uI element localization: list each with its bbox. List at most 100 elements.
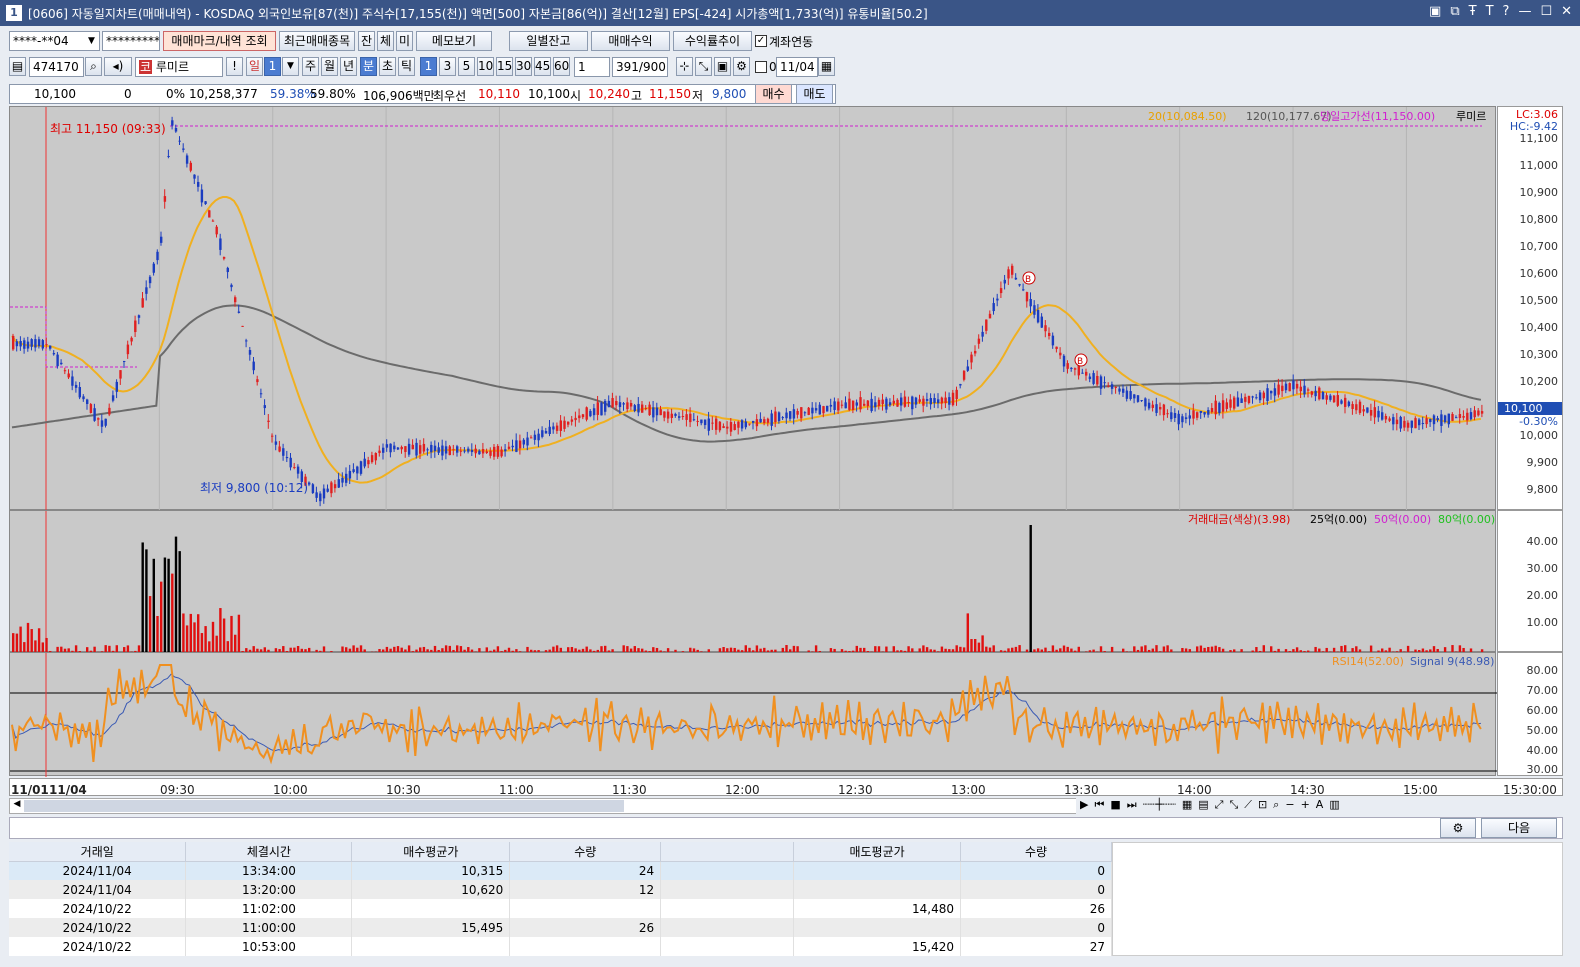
interval-3[interactable]: 3	[439, 57, 456, 76]
trade-mark-query-button[interactable]: 매매마크/내역 조회	[163, 31, 276, 51]
candle-body	[926, 399, 928, 401]
volume-panel[interactable]: 거래대금(색상)(3.98) 25억(0.00) 50억(0.00) 80억(0…	[9, 510, 1496, 652]
period-day-select[interactable]: 1	[264, 57, 281, 76]
help-icon[interactable]: ?	[1503, 4, 1510, 19]
next-button[interactable]: 다음	[1481, 818, 1557, 838]
tile-icon[interactable]: ▣	[1429, 4, 1441, 19]
candle-body	[49, 346, 51, 349]
tool3-icon[interactable]: ⤢	[1215, 798, 1224, 814]
grid-settings-icon[interactable]: ⚙	[1440, 818, 1476, 838]
candle-body	[397, 448, 399, 450]
candle-body	[386, 444, 388, 447]
text-icon[interactable]: A	[1316, 798, 1324, 814]
account-dropdown-icon[interactable]: ▼	[88, 31, 100, 51]
date-input[interactable]: 11/04	[776, 57, 818, 77]
tool6-icon[interactable]: ⊡	[1258, 798, 1267, 814]
candle-body	[149, 277, 151, 283]
period-week-button[interactable]: 주	[302, 57, 319, 76]
scroll-left-icon[interactable]: ◀	[10, 799, 24, 813]
account-link-checkbox[interactable]: ✓ 계좌연동	[755, 31, 813, 51]
filled-button[interactable]: 체	[377, 31, 394, 51]
settings-icon[interactable]: ⚙	[733, 57, 750, 76]
candle-body	[911, 397, 913, 410]
indicator-icon[interactable]: ⊹	[676, 57, 693, 76]
period-day-button[interactable]: 일	[246, 57, 263, 76]
stock-code-input[interactable]: 474170	[29, 57, 84, 77]
window-icon[interactable]: ⧉	[1450, 4, 1459, 19]
font-icon[interactable]: T	[1486, 4, 1494, 19]
save-icon[interactable]: ▣	[714, 57, 731, 76]
rsi-panel[interactable]: RSI14(52.00) Signal 9(48.98)	[9, 652, 1496, 776]
password-field[interactable]: *********	[102, 31, 160, 51]
interval-45[interactable]: 45	[534, 57, 551, 76]
interval-input[interactable]: 1	[574, 57, 610, 77]
unfilled-button[interactable]: 미	[396, 31, 413, 51]
candle-body	[116, 382, 118, 392]
time-label-13: 14:30	[1290, 783, 1325, 797]
plus-icon[interactable]: +	[1301, 798, 1310, 814]
price-chart-panel[interactable]: B B 최고 11,150 (09:33) 최저 9,800 (10:12) 2…	[9, 106, 1496, 510]
forward-icon[interactable]: ⏭	[1127, 798, 1137, 814]
interval-1[interactable]: 1	[420, 57, 437, 76]
period-minute-button[interactable]: 분	[360, 57, 377, 76]
balance-button[interactable]: 잔	[358, 31, 375, 51]
sound-icon[interactable]: ◂)	[104, 57, 132, 76]
recent-trades-button[interactable]: 최근매매종목	[279, 31, 355, 51]
tool5-icon[interactable]: ⟋	[1244, 798, 1252, 814]
candle-body	[308, 483, 310, 485]
table-row[interactable]: 2024/10/22 10:53:00 15,420 27	[9, 937, 1112, 956]
volume-bar	[212, 622, 214, 653]
minus-icon[interactable]: −	[1285, 798, 1294, 814]
time-label-3: 09:30	[160, 783, 195, 797]
period-month-button[interactable]: 월	[321, 57, 338, 76]
scroll-right-icon[interactable]: ▶	[1080, 798, 1088, 814]
interval-15[interactable]: 15	[496, 57, 513, 76]
volume-bar	[167, 559, 169, 653]
memo-button[interactable]: 메모보기	[416, 31, 492, 51]
daily-balance-button[interactable]: 일별잔고	[509, 31, 588, 51]
tool4-icon[interactable]: ⤡	[1229, 798, 1238, 814]
chart-scrollbar[interactable]: ◀	[9, 798, 1091, 814]
interval-30[interactable]: 30	[515, 57, 532, 76]
maximize-icon[interactable]: ☐	[1540, 4, 1552, 19]
minimize-icon[interactable]: —	[1518, 4, 1531, 19]
account-select[interactable]: ****-**04	[9, 31, 97, 51]
calendar-icon[interactable]: ▦	[818, 57, 835, 76]
stop-icon[interactable]: ■	[1110, 798, 1120, 814]
table-row[interactable]: 2024/10/22 11:02:00 14,480 26	[9, 899, 1112, 918]
search-icon[interactable]: ⌕	[85, 57, 102, 76]
stock-name-field[interactable]: 코 루미르	[135, 57, 223, 77]
table-row[interactable]: 2024/10/22 11:00:00 15,495 26 0	[9, 918, 1112, 937]
candle-body	[79, 387, 81, 397]
table-row[interactable]: 2024/11/04 13:34:00 10,315 24 0	[9, 861, 1112, 880]
interval-60[interactable]: 60	[553, 57, 570, 76]
zoom-icon[interactable]: ⌕	[1273, 798, 1279, 814]
close-icon[interactable]: ✕	[1561, 4, 1572, 19]
table-row[interactable]: 2024/11/04 13:20:00 10,620 12 0	[9, 880, 1112, 899]
chart-type-icon[interactable]: ▤	[9, 57, 26, 76]
period-tick-button[interactable]: 틱	[398, 57, 415, 76]
trade-profit-button[interactable]: 매매수익	[591, 31, 670, 51]
tool-icon[interactable]: ▦	[1182, 798, 1192, 814]
interval-10[interactable]: 10	[477, 57, 494, 76]
bar-count-input[interactable]: 391/900	[612, 57, 668, 77]
return-trend-button[interactable]: 수익률추이	[673, 31, 752, 51]
line-tool-icon[interactable]: ⤡	[695, 57, 712, 76]
candle-body	[1218, 403, 1220, 413]
candle-body	[948, 397, 950, 405]
candle-body	[1359, 402, 1361, 413]
period-year-button[interactable]: 년	[340, 57, 357, 76]
alert-button[interactable]: !	[226, 57, 243, 76]
buy-button[interactable]: 매수	[755, 84, 792, 104]
interval-5[interactable]: 5	[458, 57, 475, 76]
tool7-icon[interactable]: ▥	[1329, 798, 1339, 814]
zoom-slider[interactable]: ┈┈┼┈┈	[1143, 798, 1176, 814]
sell-button[interactable]: 매도	[796, 84, 833, 104]
tool2-icon[interactable]: ▤	[1198, 798, 1208, 814]
scroll-thumb[interactable]	[24, 800, 624, 812]
rewind-icon[interactable]: ⏮	[1094, 798, 1104, 814]
period-second-button[interactable]: 초	[379, 57, 396, 76]
chevron-down-icon[interactable]: ▼	[282, 57, 299, 76]
pin-icon[interactable]: Ŧ	[1469, 4, 1477, 19]
date-checkbox[interactable]: 0	[755, 57, 777, 77]
